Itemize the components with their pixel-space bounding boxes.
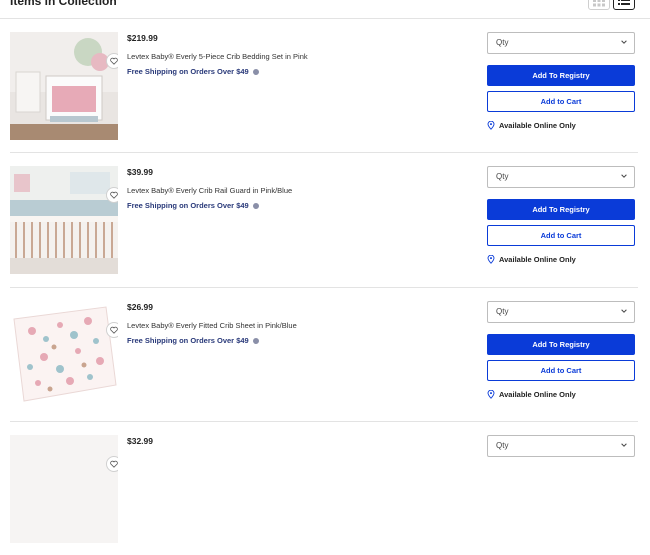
chevron-down-icon — [621, 309, 627, 313]
quantity-placeholder: Qty — [496, 441, 509, 450]
shipping-info: Free Shipping on Orders Over $49 — [127, 201, 259, 210]
product-price: $219.99 — [127, 33, 158, 43]
availability-text: Available Online Only — [499, 121, 576, 130]
shipping-text: Free Shipping on Orders Over $49 — [127, 201, 249, 210]
quantity-placeholder: Qty — [496, 307, 509, 316]
chevron-down-icon — [621, 443, 627, 447]
availability-text: Available Online Only — [499, 255, 576, 264]
location-pin-icon — [487, 255, 495, 264]
product-name[interactable]: Levtex Baby® Everly Crib Rail Guard in P… — [127, 186, 292, 195]
add-to-registry-button[interactable]: Add To Registry — [487, 199, 635, 220]
heart-icon — [110, 460, 118, 468]
collection-header: Items in Collection — [0, 0, 650, 19]
grid-view-button[interactable] — [588, 0, 610, 10]
product-image-fitted-crib-sheet[interactable] — [10, 301, 118, 409]
quantity-placeholder: Qty — [496, 38, 509, 47]
shipping-info: Free Shipping on Orders Over $49 — [127, 67, 259, 76]
shipping-info: Free Shipping on Orders Over $49 — [127, 336, 259, 345]
product-name[interactable]: Levtex Baby® Everly Fitted Crib Sheet in… — [127, 321, 297, 330]
quantity-select[interactable]: Qty — [487, 32, 635, 54]
availability-status: Available Online Only — [487, 255, 576, 264]
grid-icon — [593, 0, 605, 7]
list-item: $32.99 Qty — [0, 421, 650, 555]
product-image-partial[interactable] — [10, 435, 118, 543]
product-name[interactable]: Levtex Baby® Everly 5-Piece Crib Bedding… — [127, 52, 308, 61]
add-to-cart-button[interactable]: Add to Cart — [487, 360, 635, 381]
add-to-cart-button[interactable]: Add to Cart — [487, 225, 635, 246]
location-pin-icon — [487, 121, 495, 130]
list-view-button[interactable] — [613, 0, 635, 10]
list-item: $39.99 Levtex Baby® Everly Crib Rail Gua… — [0, 152, 650, 288]
add-to-registry-button[interactable]: Add To Registry — [487, 65, 635, 86]
list-item: $219.99 Levtex Baby® Everly 5-Piece Crib… — [0, 18, 650, 153]
heart-icon — [110, 57, 118, 65]
quantity-select[interactable]: Qty — [487, 166, 635, 188]
favorite-button[interactable] — [106, 53, 118, 69]
favorite-button[interactable] — [106, 322, 118, 338]
list-item: $26.99 Levtex Baby® Everly Fitted Crib S… — [0, 287, 650, 422]
quantity-placeholder: Qty — [496, 172, 509, 181]
heart-icon — [110, 326, 118, 334]
shipping-text: Free Shipping on Orders Over $49 — [127, 336, 249, 345]
favorite-button[interactable] — [106, 187, 118, 203]
quantity-select[interactable]: Qty — [487, 301, 635, 323]
availability-status: Available Online Only — [487, 390, 576, 399]
heart-icon — [110, 191, 118, 199]
list-icon — [618, 0, 630, 5]
product-price: $26.99 — [127, 302, 153, 312]
product-image-crib-bedding-set[interactable] — [10, 32, 118, 140]
availability-status: Available Online Only — [487, 121, 576, 130]
chevron-down-icon — [621, 40, 627, 44]
add-to-cart-button[interactable]: Add to Cart — [487, 91, 635, 112]
product-price: $32.99 — [127, 436, 153, 446]
chevron-down-icon — [621, 174, 627, 178]
location-pin-icon — [487, 390, 495, 399]
product-price: $39.99 — [127, 167, 153, 177]
product-image-crib-rail-guard[interactable] — [10, 166, 118, 274]
page-title: Items in Collection — [10, 0, 117, 8]
availability-text: Available Online Only — [499, 390, 576, 399]
info-icon[interactable] — [252, 337, 259, 344]
quantity-select[interactable]: Qty — [487, 435, 635, 457]
add-to-registry-button[interactable]: Add To Registry — [487, 334, 635, 355]
favorite-button[interactable] — [106, 456, 118, 472]
shipping-text: Free Shipping on Orders Over $49 — [127, 67, 249, 76]
info-icon[interactable] — [252, 202, 259, 209]
info-icon[interactable] — [252, 68, 259, 75]
